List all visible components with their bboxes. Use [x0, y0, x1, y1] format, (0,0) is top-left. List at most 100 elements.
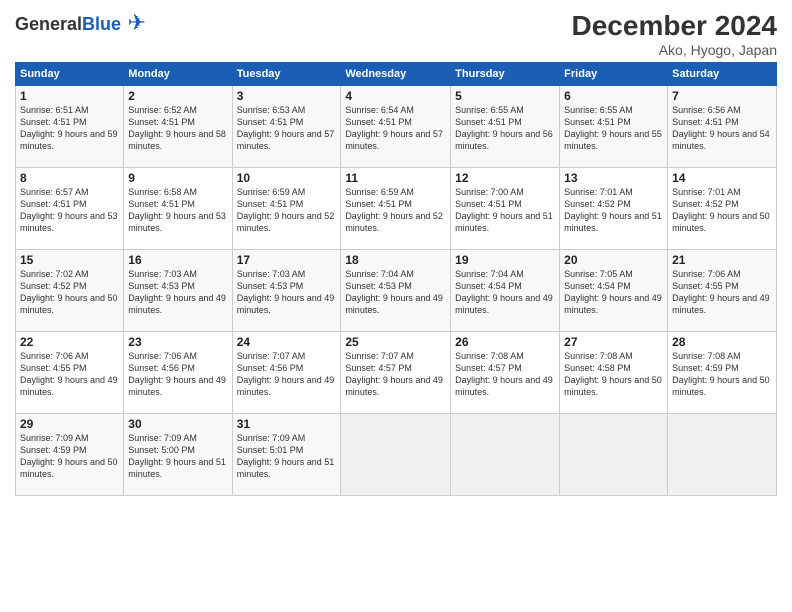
calendar-day-cell: 19 Sunrise: 7:04 AM Sunset: 4:54 PM Dayl… [451, 250, 560, 332]
day-info: Sunrise: 6:59 AM Sunset: 4:51 PM Dayligh… [345, 186, 446, 235]
day-info: Sunrise: 7:04 AM Sunset: 4:53 PM Dayligh… [345, 268, 446, 317]
weekday-header-cell: Wednesday [341, 63, 451, 86]
calendar-day-cell: 4 Sunrise: 6:54 AM Sunset: 4:51 PM Dayli… [341, 86, 451, 168]
weekday-header-cell: Thursday [451, 63, 560, 86]
day-info: Sunrise: 6:59 AM Sunset: 4:51 PM Dayligh… [237, 186, 337, 235]
calendar-day-cell: 10 Sunrise: 6:59 AM Sunset: 4:51 PM Dayl… [232, 168, 341, 250]
day-info: Sunrise: 7:03 AM Sunset: 4:53 PM Dayligh… [237, 268, 337, 317]
calendar-day-cell: 18 Sunrise: 7:04 AM Sunset: 4:53 PM Dayl… [341, 250, 451, 332]
calendar-day-cell: 27 Sunrise: 7:08 AM Sunset: 4:58 PM Dayl… [560, 332, 668, 414]
calendar-day-cell [668, 414, 777, 496]
day-number: 13 [564, 171, 663, 185]
day-info: Sunrise: 7:04 AM Sunset: 4:54 PM Dayligh… [455, 268, 555, 317]
day-info: Sunrise: 7:06 AM Sunset: 4:55 PM Dayligh… [672, 268, 772, 317]
calendar-day-cell: 24 Sunrise: 7:07 AM Sunset: 4:56 PM Dayl… [232, 332, 341, 414]
day-number: 6 [564, 89, 663, 103]
calendar-day-cell: 13 Sunrise: 7:01 AM Sunset: 4:52 PM Dayl… [560, 168, 668, 250]
day-info: Sunrise: 6:54 AM Sunset: 4:51 PM Dayligh… [345, 104, 446, 153]
day-info: Sunrise: 7:06 AM Sunset: 4:56 PM Dayligh… [128, 350, 227, 399]
calendar-day-cell: 12 Sunrise: 7:00 AM Sunset: 4:51 PM Dayl… [451, 168, 560, 250]
day-number: 30 [128, 417, 227, 431]
day-number: 22 [20, 335, 119, 349]
calendar-day-cell: 7 Sunrise: 6:56 AM Sunset: 4:51 PM Dayli… [668, 86, 777, 168]
weekday-header-cell: Tuesday [232, 63, 341, 86]
calendar-day-cell: 6 Sunrise: 6:55 AM Sunset: 4:51 PM Dayli… [560, 86, 668, 168]
logo-blue: Blue [82, 14, 121, 34]
logo: GeneralBlue ✈ [15, 10, 146, 36]
day-info: Sunrise: 6:53 AM Sunset: 4:51 PM Dayligh… [237, 104, 337, 153]
calendar-week-row: 8 Sunrise: 6:57 AM Sunset: 4:51 PM Dayli… [16, 168, 777, 250]
weekday-header-cell: Monday [124, 63, 232, 86]
day-info: Sunrise: 7:08 AM Sunset: 4:59 PM Dayligh… [672, 350, 772, 399]
calendar-day-cell [341, 414, 451, 496]
location-title: Ako, Hyogo, Japan [572, 42, 777, 58]
day-info: Sunrise: 7:06 AM Sunset: 4:55 PM Dayligh… [20, 350, 119, 399]
day-number: 5 [455, 89, 555, 103]
calendar-day-cell: 5 Sunrise: 6:55 AM Sunset: 4:51 PM Dayli… [451, 86, 560, 168]
title-block: December 2024 Ako, Hyogo, Japan [572, 10, 777, 58]
calendar-day-cell: 21 Sunrise: 7:06 AM Sunset: 4:55 PM Dayl… [668, 250, 777, 332]
day-number: 25 [345, 335, 446, 349]
logo-block: GeneralBlue ✈ [15, 10, 146, 36]
day-number: 21 [672, 253, 772, 267]
day-info: Sunrise: 6:58 AM Sunset: 4:51 PM Dayligh… [128, 186, 227, 235]
day-number: 24 [237, 335, 337, 349]
calendar-week-row: 15 Sunrise: 7:02 AM Sunset: 4:52 PM Dayl… [16, 250, 777, 332]
calendar-day-cell: 9 Sunrise: 6:58 AM Sunset: 4:51 PM Dayli… [124, 168, 232, 250]
weekday-header-row: SundayMondayTuesdayWednesdayThursdayFrid… [16, 63, 777, 86]
weekday-header-cell: Saturday [668, 63, 777, 86]
day-info: Sunrise: 7:00 AM Sunset: 4:51 PM Dayligh… [455, 186, 555, 235]
calendar-day-cell: 1 Sunrise: 6:51 AM Sunset: 4:51 PM Dayli… [16, 86, 124, 168]
day-number: 11 [345, 171, 446, 185]
day-number: 9 [128, 171, 227, 185]
calendar-week-row: 29 Sunrise: 7:09 AM Sunset: 4:59 PM Dayl… [16, 414, 777, 496]
day-number: 28 [672, 335, 772, 349]
calendar-table: SundayMondayTuesdayWednesdayThursdayFrid… [15, 62, 777, 496]
day-info: Sunrise: 7:01 AM Sunset: 4:52 PM Dayligh… [564, 186, 663, 235]
day-number: 16 [128, 253, 227, 267]
day-info: Sunrise: 7:09 AM Sunset: 5:00 PM Dayligh… [128, 432, 227, 481]
day-number: 29 [20, 417, 119, 431]
calendar-day-cell: 22 Sunrise: 7:06 AM Sunset: 4:55 PM Dayl… [16, 332, 124, 414]
calendar-day-cell: 8 Sunrise: 6:57 AM Sunset: 4:51 PM Dayli… [16, 168, 124, 250]
day-info: Sunrise: 7:05 AM Sunset: 4:54 PM Dayligh… [564, 268, 663, 317]
day-info: Sunrise: 6:55 AM Sunset: 4:51 PM Dayligh… [564, 104, 663, 153]
day-info: Sunrise: 7:02 AM Sunset: 4:52 PM Dayligh… [20, 268, 119, 317]
day-info: Sunrise: 6:56 AM Sunset: 4:51 PM Dayligh… [672, 104, 772, 153]
calendar-day-cell: 3 Sunrise: 6:53 AM Sunset: 4:51 PM Dayli… [232, 86, 341, 168]
calendar-day-cell: 14 Sunrise: 7:01 AM Sunset: 4:52 PM Dayl… [668, 168, 777, 250]
logo-bird-icon: ✈ [128, 10, 146, 35]
calendar-day-cell: 2 Sunrise: 6:52 AM Sunset: 4:51 PM Dayli… [124, 86, 232, 168]
calendar-container: GeneralBlue ✈ December 2024 Ako, Hyogo, … [0, 0, 792, 501]
day-info: Sunrise: 7:08 AM Sunset: 4:58 PM Dayligh… [564, 350, 663, 399]
calendar-day-cell: 28 Sunrise: 7:08 AM Sunset: 4:59 PM Dayl… [668, 332, 777, 414]
day-info: Sunrise: 6:55 AM Sunset: 4:51 PM Dayligh… [455, 104, 555, 153]
day-info: Sunrise: 6:57 AM Sunset: 4:51 PM Dayligh… [20, 186, 119, 235]
day-info: Sunrise: 7:08 AM Sunset: 4:57 PM Dayligh… [455, 350, 555, 399]
day-number: 2 [128, 89, 227, 103]
day-info: Sunrise: 7:09 AM Sunset: 4:59 PM Dayligh… [20, 432, 119, 481]
calendar-day-cell: 11 Sunrise: 6:59 AM Sunset: 4:51 PM Dayl… [341, 168, 451, 250]
header-row: GeneralBlue ✈ December 2024 Ako, Hyogo, … [15, 10, 777, 58]
day-number: 4 [345, 89, 446, 103]
day-info: Sunrise: 7:09 AM Sunset: 5:01 PM Dayligh… [237, 432, 337, 481]
day-info: Sunrise: 7:03 AM Sunset: 4:53 PM Dayligh… [128, 268, 227, 317]
day-number: 15 [20, 253, 119, 267]
day-info: Sunrise: 7:01 AM Sunset: 4:52 PM Dayligh… [672, 186, 772, 235]
calendar-day-cell: 20 Sunrise: 7:05 AM Sunset: 4:54 PM Dayl… [560, 250, 668, 332]
calendar-body: 1 Sunrise: 6:51 AM Sunset: 4:51 PM Dayli… [16, 86, 777, 496]
calendar-day-cell [560, 414, 668, 496]
day-number: 26 [455, 335, 555, 349]
day-info: Sunrise: 6:52 AM Sunset: 4:51 PM Dayligh… [128, 104, 227, 153]
day-info: Sunrise: 6:51 AM Sunset: 4:51 PM Dayligh… [20, 104, 119, 153]
day-number: 17 [237, 253, 337, 267]
day-number: 1 [20, 89, 119, 103]
calendar-day-cell: 25 Sunrise: 7:07 AM Sunset: 4:57 PM Dayl… [341, 332, 451, 414]
month-title: December 2024 [572, 10, 777, 42]
calendar-day-cell: 29 Sunrise: 7:09 AM Sunset: 4:59 PM Dayl… [16, 414, 124, 496]
day-number: 31 [237, 417, 337, 431]
calendar-day-cell: 17 Sunrise: 7:03 AM Sunset: 4:53 PM Dayl… [232, 250, 341, 332]
day-number: 8 [20, 171, 119, 185]
day-info: Sunrise: 7:07 AM Sunset: 4:57 PM Dayligh… [345, 350, 446, 399]
day-number: 19 [455, 253, 555, 267]
